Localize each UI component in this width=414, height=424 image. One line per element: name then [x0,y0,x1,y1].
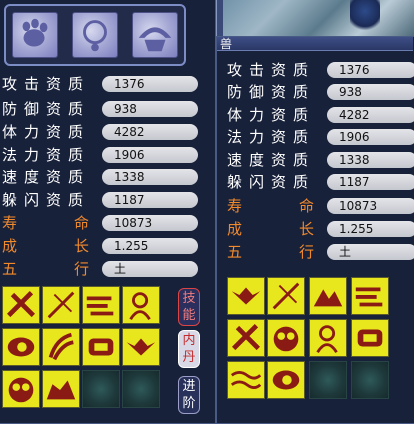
skill-crossed-swords-icon[interactable] [227,319,265,357]
game-scene-background [216,0,414,36]
stat-label: 体力资质 [227,106,316,124]
stat-row-defense: 防御资质 938 [227,83,414,102]
stat-row-dodge: 躲闪资质 1187 [2,191,202,210]
stat-row-mana: 法力资质 1906 [2,146,202,165]
stat-label: 体力资质 [2,123,91,141]
stat-row-lifespan: 寿命 10873 [2,214,202,233]
stat-label: 成长 [2,237,90,255]
skill-scroll-icon[interactable] [82,328,120,366]
stat-value: 1.255 [102,238,198,254]
skill-monk-icon[interactable] [122,286,160,324]
empty-skill-slot[interactable] [309,361,347,399]
skill-eye-icon[interactable] [267,361,305,399]
stat-label: 防御资质 [2,100,91,118]
stat-row-stamina: 体力资质 4282 [2,123,202,142]
stat-label: 攻击资质 [227,61,316,79]
stat-row-element: 五行 土 [227,243,414,262]
stat-label: 寿命 [2,214,90,232]
stat-value: 4282 [327,107,414,123]
skill-wind-icon[interactable] [82,286,120,324]
stat-row-defense: 防御资质 938 [2,100,202,119]
skill-claw-icon[interactable] [42,328,80,366]
skill-eye-icon[interactable] [2,328,40,366]
paw-icon[interactable] [12,12,58,58]
stat-row-dodge: 躲闪资质 1187 [227,173,414,192]
stat-row-attack: 攻击资质 1376 [2,75,202,94]
stat-value: 1376 [102,76,198,92]
stat-row-stamina: 体力资质 4282 [227,106,414,125]
skill-spear-icon[interactable] [42,286,80,324]
stat-row-growth: 成长 1.255 [2,237,202,256]
stat-value: 1338 [327,152,414,168]
skill-eagle-icon[interactable] [227,277,265,315]
skill-owl-icon[interactable] [267,319,305,357]
stat-value: 1338 [102,169,198,185]
stat-row-attack: 攻击资质 1376 [227,61,414,80]
stat-value: 1906 [102,147,198,163]
skill-wind-icon[interactable] [351,277,389,315]
stat-value: 1187 [102,192,198,208]
stat-label: 速度资质 [2,168,91,186]
skill-beast-icon[interactable] [42,370,80,408]
advance-tab-button[interactable]: 进阶 [178,376,200,414]
necklace-icon[interactable] [72,12,118,58]
stat-row-lifespan: 寿命 10873 [227,197,414,216]
empty-skill-slot[interactable] [351,361,389,399]
stat-row-element: 五行 土 [2,260,202,279]
skill-spear-icon[interactable] [267,277,305,315]
stat-label: 寿命 [227,197,315,215]
stat-value: 4282 [102,124,198,140]
skill-mountain-icon[interactable] [309,277,347,315]
stat-value: 土 [102,261,198,277]
skill-crossed-swords-icon[interactable] [2,286,40,324]
stat-label: 防御资质 [227,83,316,101]
skill-owl-icon[interactable] [2,370,40,408]
stat-value: 10873 [102,215,198,231]
stat-label: 速度资质 [227,151,316,169]
empty-skill-slot[interactable] [122,370,160,408]
neidan-tab-button[interactable]: 内丹 [178,330,200,368]
stat-value: 1376 [327,62,414,78]
stat-value: 1.255 [327,221,414,237]
stat-value: 938 [327,84,414,100]
stat-label: 五行 [227,243,315,261]
stat-label: 法力资质 [227,128,316,146]
stat-label: 法力资质 [2,146,91,164]
skill-monk-icon[interactable] [309,319,347,357]
window-title[interactable]: 兽 [217,37,413,51]
skill-wave-icon[interactable] [227,361,265,399]
pet-info-panel-left: 攻击资质 1376 防御资质 938 体力资质 4282 法力资质 1906 速… [0,0,216,424]
skill-eagle-icon[interactable] [122,328,160,366]
character-sprite [350,0,380,32]
stat-value: 10873 [327,198,414,214]
armor-icon[interactable] [132,12,178,58]
stat-value: 1187 [327,174,414,190]
pet-info-panel-right: 兽 攻击资质 1376 防御资质 938 体力资质 4282 法力资质 1906… [216,36,414,424]
stat-label: 成长 [227,220,315,238]
stat-row-speed: 速度资质 1338 [2,168,202,187]
stat-value: 土 [327,244,414,260]
stat-label: 攻击资质 [2,75,91,93]
stat-label: 五行 [2,260,90,278]
skills-tab-button[interactable]: 技能 [178,288,200,326]
stat-label: 躲闪资质 [2,191,91,209]
stat-row-mana: 法力资质 1906 [227,128,414,147]
stat-row-growth: 成长 1.255 [227,220,414,239]
stat-row-speed: 速度资质 1338 [227,151,414,170]
empty-skill-slot[interactable] [82,370,120,408]
stat-value: 1906 [327,129,414,145]
stat-value: 938 [102,101,198,117]
skill-scroll-icon[interactable] [351,319,389,357]
equipment-slot-frame [4,4,186,66]
stat-label: 躲闪资质 [227,173,316,191]
